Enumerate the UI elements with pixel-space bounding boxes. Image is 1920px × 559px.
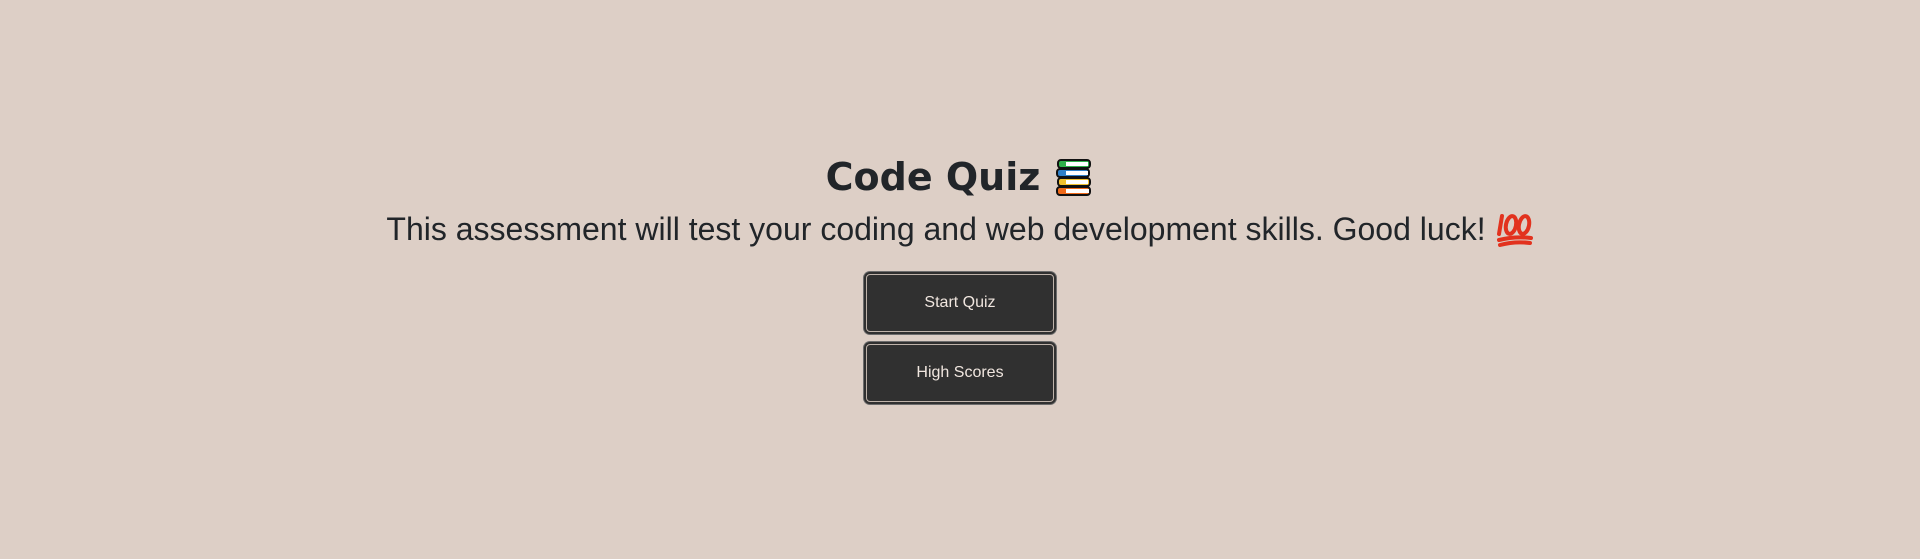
intro-description-text: This assessment will test your coding an… bbox=[386, 211, 1486, 247]
quiz-start-page: Code Quiz This assessment will test your… bbox=[0, 0, 1920, 559]
action-buttons: Start Quiz High Scores bbox=[0, 272, 1920, 404]
high-scores-button[interactable]: High Scores bbox=[864, 342, 1056, 404]
hundred-points-icon bbox=[1496, 210, 1534, 248]
books-icon bbox=[1054, 157, 1094, 197]
page-title-text: Code Quiz bbox=[825, 155, 1041, 199]
intro-description: This assessment will test your coding an… bbox=[386, 206, 1533, 252]
start-quiz-button[interactable]: Start Quiz bbox=[864, 272, 1056, 334]
page-title: Code Quiz bbox=[826, 150, 1095, 204]
intro-panel: Code Quiz This assessment will test your… bbox=[0, 150, 1920, 404]
